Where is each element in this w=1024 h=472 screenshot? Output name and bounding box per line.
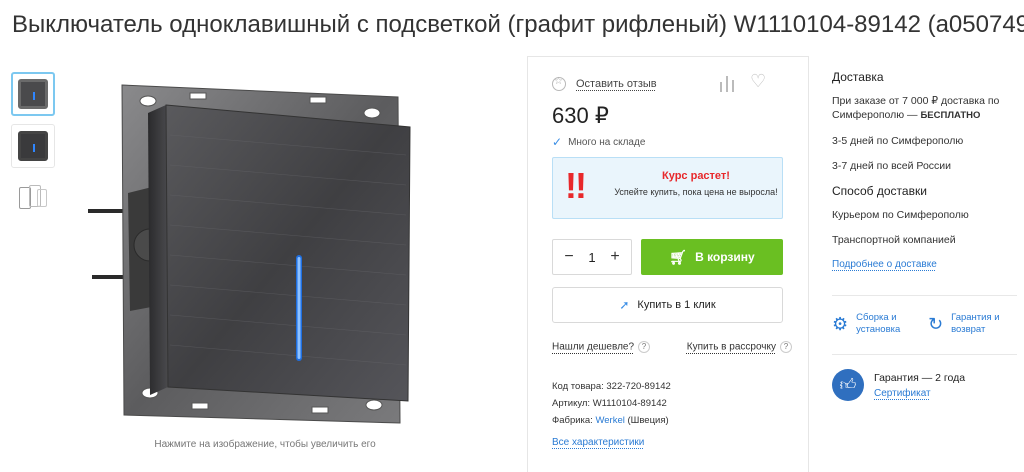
add-to-cart-button[interactable]: 🛒︎ В корзину (641, 239, 783, 275)
delivery-title: Доставка (832, 70, 884, 84)
spec-factory: Фабрика: Werkel (Швеция) (552, 415, 669, 426)
add-to-cart-label: В корзину (695, 250, 755, 264)
page-title: Выключатель одноклавишный с подсветкой (… (12, 11, 1024, 38)
product-price: 630 ₽ (552, 103, 609, 128)
delivery-more-link[interactable]: Подробнее о доставке (832, 259, 937, 270)
help-icon[interactable]: ? (638, 341, 651, 353)
product-specs: Код товара: 322-720-89142 Артикул: W1110… (552, 378, 671, 429)
exclamation-icon: !! (565, 165, 587, 206)
delivery-method-transport: Транспортной компанией (832, 234, 956, 246)
thumbnail-parts[interactable] (11, 176, 55, 220)
switch-thumbnail-image (18, 79, 48, 109)
cursor-click-icon: ➚ (619, 298, 630, 312)
promo-text: Успейте купить, пока цена не выросла! (614, 187, 778, 197)
switch-thumbnail-image-2 (18, 131, 48, 161)
assembly-link[interactable]: ⚙ Сборка и установка (832, 312, 920, 336)
divider (832, 295, 1017, 296)
gear-icon: ⚙ (832, 314, 849, 334)
help-icon[interactable]: ? (780, 341, 792, 353)
thumbnail-angle[interactable] (11, 124, 55, 168)
stock-label: Много на складе (568, 136, 646, 148)
warranty-term: Гарантия — 2 года (874, 371, 966, 384)
cart-icon: 🛒︎ (669, 248, 688, 265)
quantity-value[interactable]: 1 (588, 250, 595, 265)
return-arrow-icon: ↻ (928, 314, 944, 334)
image-caption: Нажмите на изображение, чтобы увеличить … (154, 439, 376, 450)
delivery-info: Доставка При заказе от 7 000 ₽ доставка … (832, 70, 1017, 270)
warranty-return-link[interactable]: ↻ Гарантия и возврат (928, 312, 1018, 336)
all-specs-link[interactable]: Все характеристики (552, 437, 644, 448)
quantity-stepper: − 1 + (552, 239, 632, 275)
stock-status: ✓ Много на складе (552, 135, 645, 149)
quantity-decrease-button[interactable]: − (563, 248, 575, 266)
found-cheaper-link[interactable]: Нашли дешевле?? (552, 341, 651, 353)
installment-link[interactable]: Купить в рассрочку? (687, 341, 792, 353)
delivery-russia-term: 3-7 дней по всей России (832, 160, 952, 172)
leave-review-link[interactable]: Оставить отзыв (552, 76, 657, 91)
promo-title: Курс растет! (662, 170, 730, 182)
factory-link[interactable]: Werkel (595, 415, 624, 426)
price-links: Нашли дешевле?? Купить в рассрочку? (552, 341, 792, 353)
favorite-heart-icon[interactable]: ♡ (750, 72, 766, 90)
buy-box: Оставить отзыв ♡ 630 ₽ ✓ Много на складе… (527, 56, 809, 472)
buy-one-click-button[interactable]: ➚ Купить в 1 клик (552, 287, 783, 323)
price-rising-banner: !! Курс растет! Успейте купить, пока цен… (552, 157, 783, 219)
free-delivery-note: При заказе от 7 000 ₽ доставка по Симфер… (832, 95, 1000, 121)
delivery-method-courier: Курьером по Симферополю (832, 209, 969, 221)
star-icon (552, 76, 566, 91)
divider (832, 354, 1017, 355)
delivery-method-title: Способ доставки (832, 184, 927, 198)
delivery-city-term: 3-5 дней по Симферополю (832, 135, 964, 147)
leave-review-label: Оставить отзыв (576, 78, 657, 90)
thumbs-up-icon: 👍︎ (832, 369, 864, 401)
spec-article: Артикул: W1110104-89142 (552, 398, 667, 409)
spec-code: Код товара: 322-720-89142 (552, 381, 671, 392)
compare-icon[interactable] (718, 74, 736, 92)
switch-parts-thumbnail-image (17, 183, 49, 213)
check-icon: ✓ (552, 135, 563, 149)
product-main-image[interactable] (80, 75, 450, 435)
buy-one-click-label: Купить в 1 клик (637, 299, 716, 311)
quantity-increase-button[interactable]: + (609, 248, 621, 266)
warranty-block: 👍︎ Гарантия — 2 года Сертификат (832, 369, 965, 401)
thumbnail-list (11, 72, 57, 228)
thumbnail-front[interactable] (11, 72, 55, 116)
certificate-link[interactable]: Сертификат (874, 388, 965, 399)
